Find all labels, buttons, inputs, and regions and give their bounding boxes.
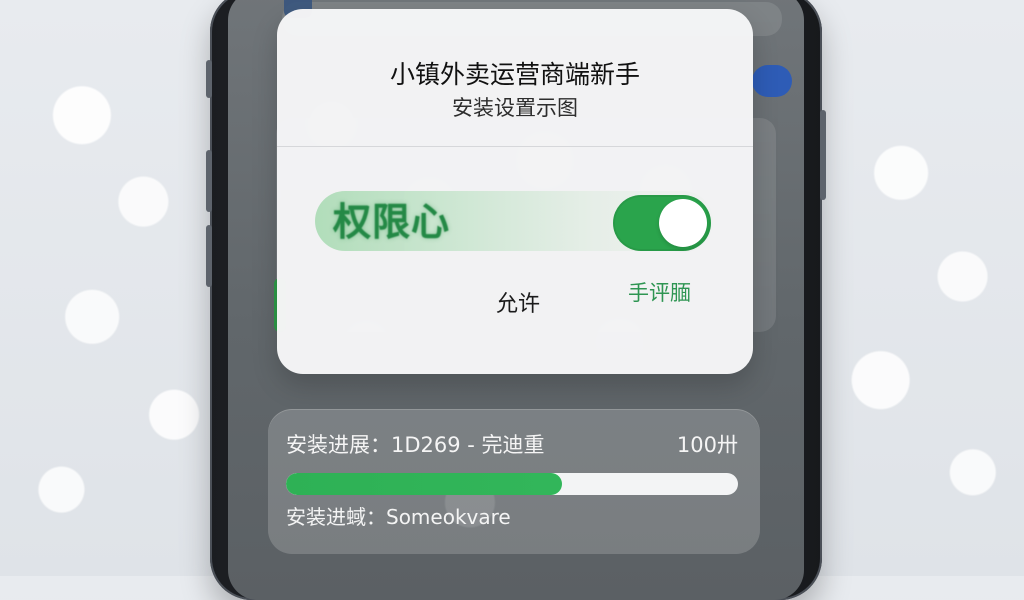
right-side-button [820,110,826,200]
toggle-knob[interactable] [659,199,707,247]
progress-bar [286,473,738,495]
allow-text[interactable]: 允许 [496,292,540,318]
permission-dialog: 小镇外卖运营商端新手 安装设置示图 权限心 允许 手评腼 [277,9,753,374]
progress-fill [286,473,562,495]
permission-toggle[interactable] [613,195,711,251]
background-right-chip [752,65,792,97]
left-side-button-middle [206,150,212,212]
left-side-button-top [206,60,212,98]
permission-label: 权限心 [333,200,451,244]
progress-percent: 100卅 [676,433,738,457]
secondary-link-text[interactable]: 手评腼 [628,281,691,306]
dialog-title: 小镇外卖运营商端新手 [389,60,640,89]
progress-title: 安装进展：1D269 - 完迪重 [286,433,545,457]
left-side-button-bottom [206,225,212,287]
dialog-subtitle: 安装设置示图 [452,96,578,120]
install-progress-card: 安装进展：1D269 - 完迪重 100卅 安装进蜮：Someokvare [268,409,760,554]
dialog-divider [277,146,753,147]
progress-subtitle: 安装进蜮：Someokvare [286,505,511,529]
